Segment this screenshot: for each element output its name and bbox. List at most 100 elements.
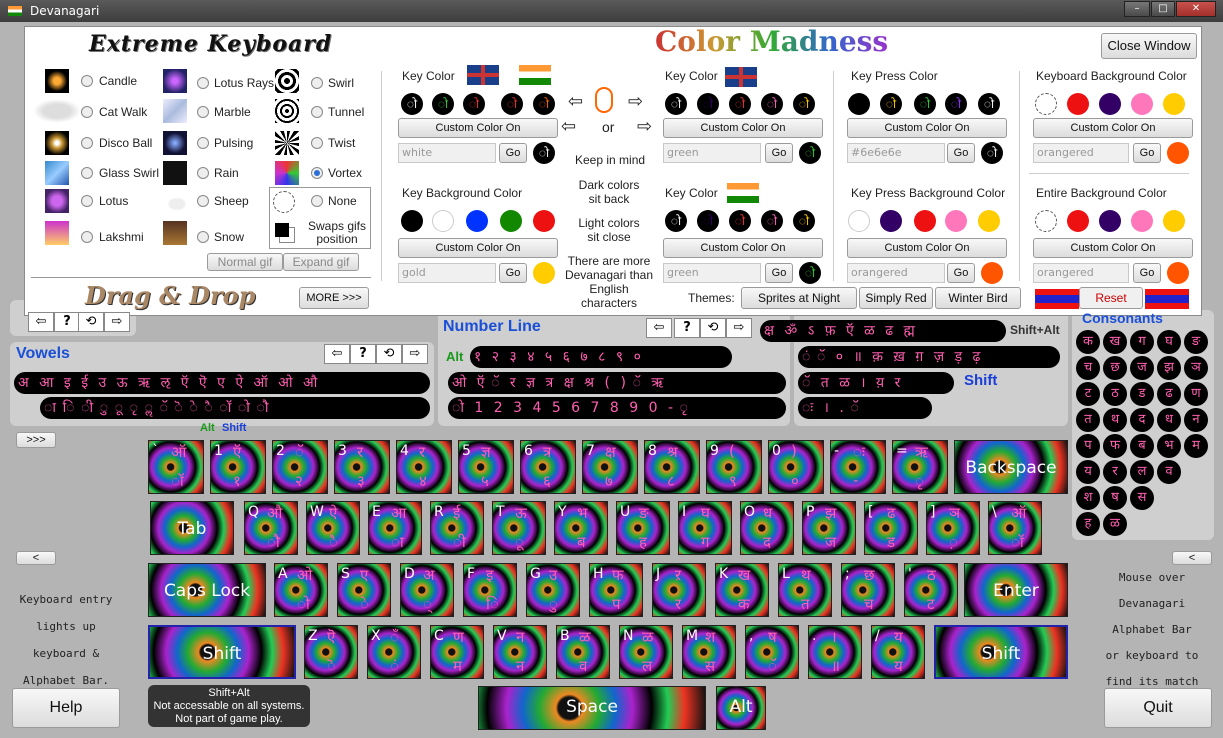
keyboard-key[interactable]: [ढ ड	[864, 501, 918, 555]
keyboard-key[interactable]: ' ठ ट	[904, 563, 958, 617]
numline-swap-button[interactable]: ⟲	[700, 318, 726, 338]
kb-bg-swatch[interactable]	[1035, 93, 1057, 115]
gif-radio-marble[interactable]	[197, 106, 209, 118]
keyboard-key[interactable]: Kखक	[715, 563, 769, 617]
press-swatch[interactable]: ो	[880, 93, 902, 115]
gif-radio-rain[interactable]	[197, 167, 209, 179]
key-color3-go-button[interactable]: Go	[765, 263, 793, 283]
press-custom-button[interactable]: Custom Color On	[847, 118, 1007, 138]
keyboard-key[interactable]: R ईी	[430, 501, 484, 555]
keyboard-key[interactable]: Q औौ	[244, 501, 298, 555]
vowels-left-arrow-button[interactable]: ⇦	[324, 344, 350, 364]
press-swatch[interactable]: ो	[978, 93, 1000, 115]
key-bg-swatch-white[interactable]	[432, 210, 454, 232]
key-color2-swatch[interactable]: ो	[665, 93, 687, 115]
gif-radio-glass-swirl[interactable]	[81, 167, 93, 179]
consonant-key[interactable]: ड	[1130, 382, 1154, 406]
keyboard-key[interactable]: F इि	[463, 563, 517, 617]
press-bg-input[interactable]: orangered	[847, 263, 945, 283]
maximize-button[interactable]: □	[1151, 1, 1175, 17]
top-extra-row[interactable]: क्ष ॐ ऽ फ़ ऍ ळ ढ ह्म	[760, 320, 1006, 342]
consonant-key[interactable]: र	[1103, 460, 1127, 484]
key-color2-swatch[interactable]: ो	[697, 93, 719, 115]
gif-radio-snow[interactable]	[197, 231, 209, 243]
gif-radio-pulsing[interactable]	[197, 137, 209, 149]
num-line-row1[interactable]: १ २ ३ ४ ५ ६ ७ ८ ९ ०	[470, 346, 732, 368]
consonant-key[interactable]: छ	[1103, 356, 1127, 380]
keyboard-key[interactable]: T ऊू	[492, 501, 546, 555]
enter-key[interactable]: Enter	[964, 563, 1068, 617]
help-question-button[interactable]: ?	[54, 312, 80, 332]
kb-bg-swatch[interactable]	[1067, 93, 1089, 115]
key-bg-swatch-blue[interactable]	[466, 210, 488, 232]
gif-radio-disco-ball[interactable]	[81, 137, 93, 149]
key-color-go-button[interactable]: Go	[499, 143, 527, 163]
gif-radio-lotus[interactable]	[81, 195, 93, 207]
key-color-custom-button[interactable]: Custom Color On	[398, 118, 558, 138]
key-color3-input[interactable]: green	[663, 263, 761, 283]
consonant-key[interactable]: म	[1184, 434, 1208, 458]
key-color-swatch[interactable]: ो	[432, 93, 454, 115]
keyboard-key[interactable]: Pझज	[802, 501, 856, 555]
reset-button[interactable]: Reset	[1079, 287, 1143, 309]
kb-bg-input[interactable]: orangered	[1033, 143, 1129, 163]
caps-lock-key[interactable]: Caps Lock	[148, 563, 266, 617]
consonant-key[interactable]: ण	[1184, 382, 1208, 406]
key-color-swatch[interactable]: ो	[401, 93, 423, 115]
num-line-row3[interactable]: ो 1 2 3 4 5 6 7 8 9 0 - ृ	[448, 397, 786, 419]
tab-key[interactable]: Tab	[150, 501, 234, 555]
consonant-key[interactable]: य	[1076, 460, 1100, 484]
help-button[interactable]: Help	[12, 688, 120, 728]
consonant-key[interactable]: थ	[1103, 408, 1127, 432]
gif-radio-tunnel[interactable]	[311, 106, 323, 118]
press-bg-swatch[interactable]	[914, 210, 936, 232]
consonant-key[interactable]: श	[1076, 486, 1100, 510]
key-color3-swatch[interactable]: ो	[793, 210, 815, 232]
consonant-key[interactable]: ढ	[1157, 382, 1181, 406]
key-color3-custom-button[interactable]: Custom Color On	[663, 238, 823, 258]
vowels-row2[interactable]: ा ि ी ु ू ृ ॢ ॅ ॆ े ै ॉ ो ौ	[40, 397, 430, 419]
consonant-key[interactable]: ठ	[1103, 382, 1127, 406]
gif-radio-none[interactable]	[311, 195, 323, 207]
numline-left-arrow-button[interactable]: ⇦	[646, 318, 672, 338]
key-color-swatch[interactable]: ो	[533, 93, 555, 115]
consonant-key[interactable]: घ	[1157, 330, 1181, 354]
left-collapse-button[interactable]: <	[16, 551, 56, 565]
key-color2-custom-button[interactable]: Custom Color On	[663, 118, 823, 138]
key-color2-swatch[interactable]: ो	[793, 93, 815, 115]
consonant-key[interactable]: फ	[1103, 434, 1127, 458]
entire-bg-swatch[interactable]	[1131, 210, 1153, 232]
entire-bg-swatch[interactable]	[1163, 210, 1185, 232]
keyboard-key[interactable]: , षॅ	[745, 625, 799, 679]
gif-radio-candle[interactable]	[81, 75, 93, 87]
expand-more-button[interactable]: >>>	[16, 432, 56, 448]
kb-bg-swatch[interactable]	[1163, 93, 1185, 115]
vowels-question-button[interactable]: ?	[350, 344, 376, 364]
keyboard-key[interactable]: Iघग	[678, 501, 732, 555]
keyboard-key[interactable]: G उु	[526, 563, 580, 617]
gif-radio-swirl[interactable]	[311, 77, 323, 89]
keyboard-key[interactable]: Jऱर	[652, 563, 706, 617]
keyboard-key[interactable]: 7 क्ष ७	[582, 440, 638, 494]
key-bg-swatch-red[interactable]	[533, 210, 555, 232]
vowels-right-arrow-button[interactable]: ⇨	[402, 344, 428, 364]
key-bg-custom-button[interactable]: Custom Color On	[398, 238, 558, 258]
press-bg-swatch[interactable]	[945, 210, 967, 232]
kb-bg-swatch[interactable]	[1099, 93, 1121, 115]
consonant-key[interactable]: ञ	[1184, 356, 1208, 380]
entire-bg-swatch[interactable]	[1067, 210, 1089, 232]
consonant-key[interactable]: ख	[1103, 330, 1127, 354]
expand-gif-button[interactable]: Expand gif	[283, 253, 359, 271]
right-shift-key[interactable]: Shift	[934, 625, 1068, 679]
quit-button[interactable]: Quit	[1104, 688, 1212, 728]
keyboard-key[interactable]: \ ऑॉ	[988, 501, 1042, 555]
gif-radio-sheep[interactable]	[197, 195, 209, 207]
keyboard-key[interactable]: / य य	[871, 625, 925, 679]
mid-extra-row2[interactable]: ॅ त ळ । य़ र	[798, 372, 954, 394]
keyboard-key[interactable]: . । ॥	[808, 625, 862, 679]
num-line-row2[interactable]: ओ ऍ ॅ र ज्ञ त्र क्ष श्र ( ) ॅ ऋ	[448, 372, 786, 394]
keyboard-key[interactable]: Lथत	[778, 563, 832, 617]
entire-bg-swatch[interactable]	[1099, 210, 1121, 232]
gif-radio-cat-walk[interactable]	[81, 106, 93, 118]
entire-bg-swatch[interactable]	[1035, 210, 1057, 232]
